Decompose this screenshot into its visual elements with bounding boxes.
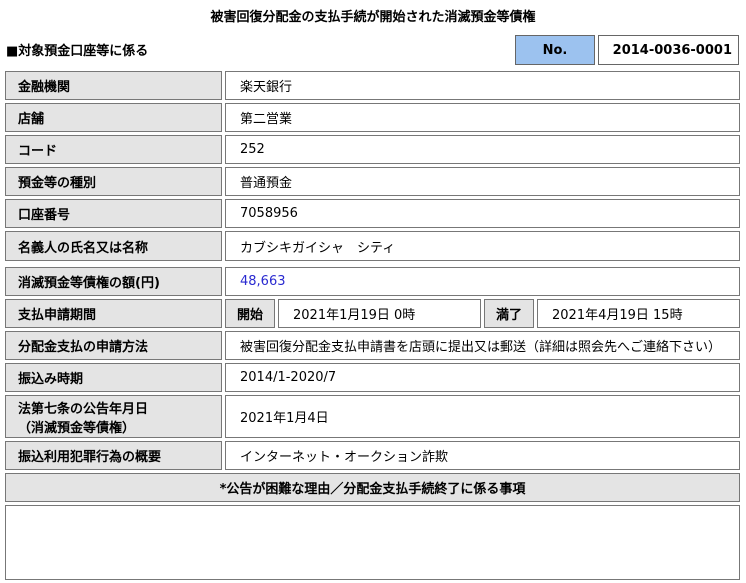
payment-end-label: 満了	[484, 299, 534, 328]
account-number-label: 口座番号	[5, 199, 222, 228]
crime-summary-value: インターネット・オークション詐欺	[225, 441, 740, 470]
footer-heading: *公告が困難な理由／分配金支払手続終了に係る事項	[5, 473, 740, 502]
amount-label: 消滅預金等債権の額(円)	[5, 267, 222, 296]
payment-start-value: 2021年1月19日 0時	[278, 299, 481, 328]
notice-date-label-line1: 法第七条の公告年月日	[18, 401, 149, 417]
record-no-label: No.	[515, 35, 595, 65]
footer-content	[5, 505, 740, 580]
payment-period-label: 支払申請期間	[5, 299, 222, 328]
holder-name-label: 名義人の氏名又は名称	[5, 231, 222, 261]
application-method-label: 分配金支払の申請方法	[5, 331, 222, 360]
account-number-value: 7058956	[225, 199, 740, 228]
notice-date-value: 2021年1月4日	[225, 395, 740, 438]
code-value: 252	[225, 135, 740, 164]
application-method-value: 被害回復分配金支払申請書を店頭に提出又は郵送（詳細は照会先へご連絡下さい）	[225, 331, 740, 360]
branch-value: 第二営業	[225, 103, 740, 132]
notice-date-label: 法第七条の公告年月日 （消滅預金等債権）	[5, 395, 222, 438]
payment-start-label: 開始	[225, 299, 275, 328]
deposit-type-label: 預金等の種別	[5, 167, 222, 196]
transfer-period-value: 2014/1-2020/7	[225, 363, 740, 392]
branch-label: 店舗	[5, 103, 222, 132]
code-label: コード	[5, 135, 222, 164]
notice-date-label-line2: （消滅預金等債権）	[18, 420, 136, 436]
transfer-period-label: 振込み時期	[5, 363, 222, 392]
record-no-value: 2014-0036-0001	[598, 35, 739, 65]
bank-label: 金融機関	[5, 71, 222, 100]
holder-name-value: カブシキガイシャ シティ	[225, 231, 740, 261]
bank-value: 楽天銀行	[225, 71, 740, 100]
amount-value: 48,663	[225, 267, 740, 296]
page-title: 被害回復分配金の支払手続が開始された消滅預金等債権	[210, 10, 536, 25]
payment-end-value: 2021年4月19日 15時	[537, 299, 740, 328]
section-heading: ■対象預金口座等に係る	[6, 44, 149, 59]
crime-summary-label: 振込利用犯罪行為の概要	[5, 441, 222, 470]
deposit-type-value: 普通預金	[225, 167, 740, 196]
